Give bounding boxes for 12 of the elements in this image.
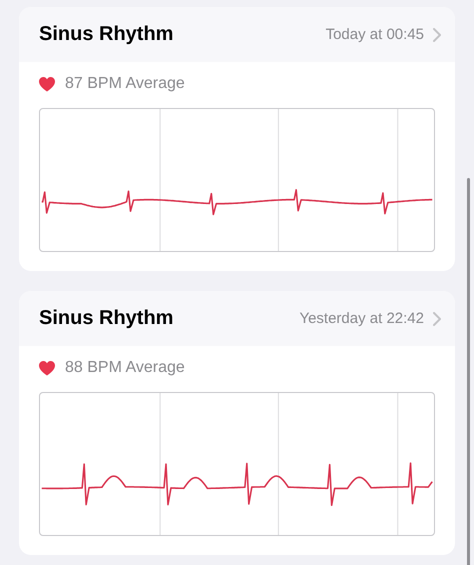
heart-icon	[39, 76, 55, 92]
chevron-icon[interactable]	[433, 312, 441, 326]
recording-title: Sinus Rhythm	[39, 307, 174, 330]
average-bpm: 88 BPM Average	[65, 359, 185, 377]
recording-card[interactable]: Sinus Rhythm Yesterday at 22:42 88 BPM Average	[19, 291, 455, 555]
average-bpm: 87 BPM Average	[65, 75, 185, 93]
recording-card[interactable]: Sinus Rhythm Today at 00:45 87 BPM Average	[19, 7, 455, 271]
heart-icon	[39, 360, 55, 376]
chevron-icon[interactable]	[433, 28, 441, 42]
recording-title: Sinus Rhythm	[39, 23, 174, 46]
recording-time: Today at 00:45	[326, 26, 424, 43]
recording-time: Yesterday at 22:42	[299, 310, 424, 327]
